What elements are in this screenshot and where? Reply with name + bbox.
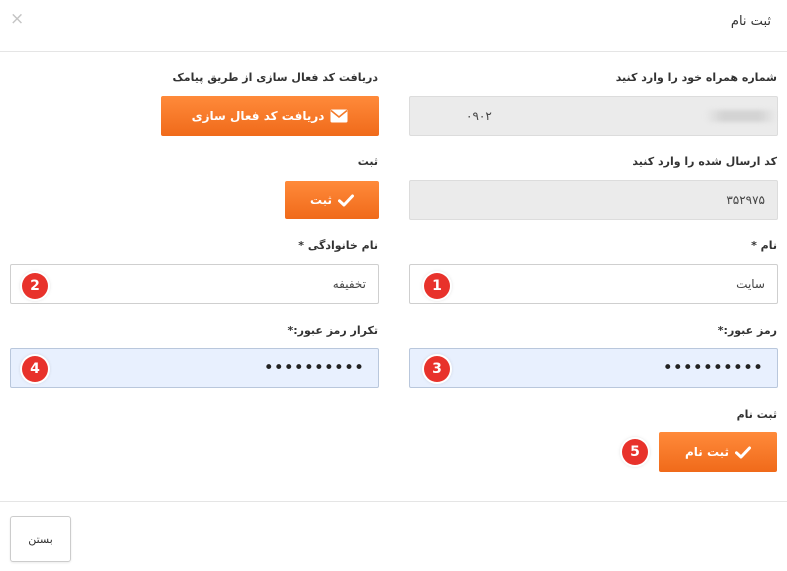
footer-divider bbox=[0, 501, 787, 502]
last-name-value: تخفیفه bbox=[332, 277, 366, 291]
get-activation-code-label: دریافت کد فعال سازی bbox=[191, 109, 325, 123]
close-icon[interactable]: × bbox=[10, 9, 24, 29]
annotation-badge-3: 3 bbox=[424, 356, 450, 382]
password-repeat-label: تکرار رمز عبور:* bbox=[287, 324, 378, 337]
password-label: رمز عبور:* bbox=[717, 324, 777, 337]
check-icon bbox=[338, 194, 355, 207]
verify-button-label: ثبت bbox=[309, 193, 333, 207]
modal-title: ثبت نام bbox=[730, 14, 771, 29]
phone-label: شماره همراه خود را وارد کنید bbox=[615, 71, 777, 84]
register-button[interactable]: ثبت نام bbox=[659, 432, 777, 472]
check-icon bbox=[735, 446, 752, 459]
code-value: ۳۵۲۹۷۵ bbox=[726, 193, 765, 207]
first-name-field[interactable]: سایت bbox=[409, 264, 778, 304]
last-name-label: نام خانوادگی * bbox=[298, 239, 378, 252]
register-label: ثبت نام bbox=[736, 408, 777, 421]
last-name-field[interactable]: تخفیفه bbox=[10, 264, 379, 304]
code-label: کد ارسال شده را وارد کنید bbox=[632, 155, 777, 168]
password-repeat-field[interactable]: •••••••••• bbox=[10, 348, 379, 388]
verify-label: ثبت bbox=[357, 155, 378, 168]
password-field[interactable]: •••••••••• bbox=[409, 348, 778, 388]
envelope-icon bbox=[330, 109, 348, 123]
phone-redaction bbox=[705, 110, 777, 122]
sms-code-label: دریافت کد فعال سازی از طریق پیامک bbox=[172, 71, 378, 84]
code-field: ۳۵۲۹۷۵ bbox=[409, 180, 778, 220]
first-name-value: سایت bbox=[736, 277, 765, 291]
first-name-label: نام * bbox=[751, 239, 777, 252]
password-repeat-dots: •••••••••• bbox=[263, 358, 364, 378]
phone-value: ۰۹۰۲ bbox=[466, 109, 492, 123]
verify-button[interactable]: ثبت bbox=[285, 181, 379, 219]
annotation-badge-5: 5 bbox=[622, 439, 648, 465]
close-button[interactable]: بستن bbox=[10, 516, 71, 562]
annotation-badge-2: 2 bbox=[22, 273, 48, 299]
get-activation-code-button[interactable]: دریافت کد فعال سازی bbox=[161, 96, 379, 136]
annotation-badge-4: 4 bbox=[22, 356, 48, 382]
register-button-label: ثبت نام bbox=[684, 445, 730, 459]
password-dots: •••••••••• bbox=[662, 358, 763, 378]
modal-header: ثبت نام × bbox=[0, 0, 787, 52]
annotation-badge-1: 1 bbox=[424, 273, 450, 299]
